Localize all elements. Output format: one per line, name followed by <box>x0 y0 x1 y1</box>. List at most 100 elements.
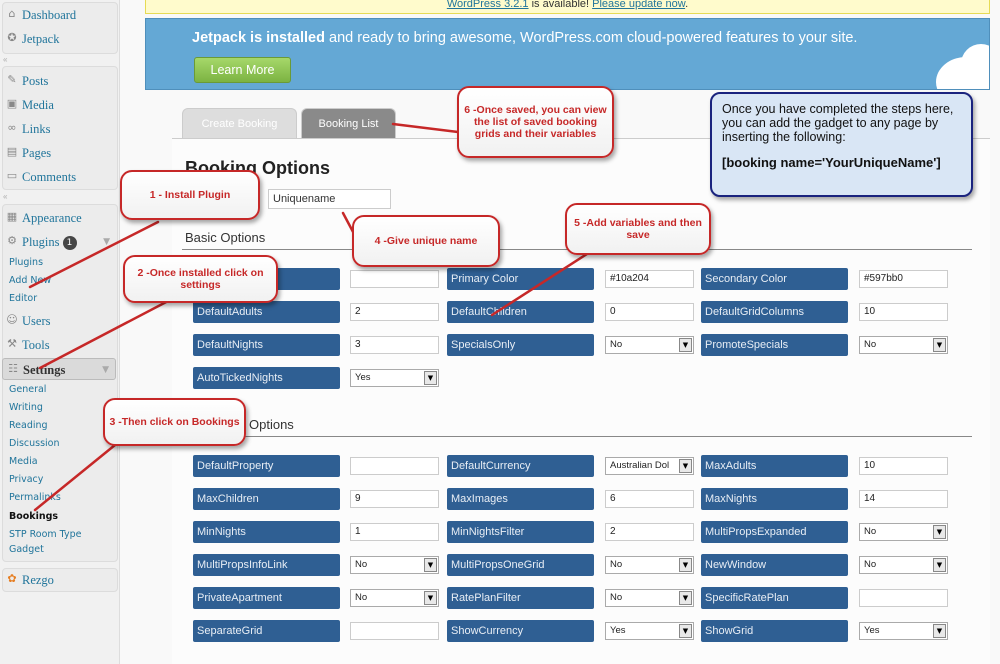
input-max-nights[interactable]: 14 <box>859 490 948 508</box>
chevron-down-icon[interactable]: ▼ <box>679 558 692 572</box>
input-max-images[interactable]: 6 <box>605 490 694 508</box>
input-min-nights[interactable]: 1 <box>350 523 439 541</box>
submenu-add-new[interactable]: Add New <box>9 272 51 290</box>
admin-sidebar: ⌂ Dashboard ✪ Jetpack « ✎ Posts ▣ Media ∞ Lin… <box>0 0 120 664</box>
input-secondary-color[interactable]: #597bb0 <box>859 270 948 288</box>
submenu-privacy[interactable]: Privacy <box>9 471 43 489</box>
appearance-icon: ▦ <box>6 210 18 223</box>
field-label-default-property: DefaultProperty <box>193 455 340 477</box>
unique-name-input[interactable]: Uniquename <box>268 189 391 209</box>
select-auto-ticked-nights[interactable]: Yes ▼ <box>350 369 439 387</box>
submenu-editor[interactable]: Editor <box>9 290 37 308</box>
tab-booking-list[interactable]: Booking List <box>301 108 396 138</box>
input-max-adults[interactable]: 10 <box>859 457 948 475</box>
input-max-children[interactable]: 9 <box>350 490 439 508</box>
submenu-discussion[interactable]: Discussion <box>9 435 60 453</box>
menu-pages[interactable]: ▤ Pages <box>2 142 116 164</box>
input-default-adults[interactable]: 2 <box>350 303 439 321</box>
chevron-down-icon[interactable]: ▼ <box>102 359 109 381</box>
input-primary-color[interactable]: #10a204 <box>605 270 694 288</box>
input-blank[interactable] <box>350 270 439 288</box>
tab-create-booking[interactable]: Create Booking <box>182 108 297 138</box>
wordpress-version-link[interactable]: WordPress 3.2.1 <box>447 0 529 10</box>
submenu-permalinks[interactable]: Permalinks <box>9 489 61 507</box>
submenu-writing[interactable]: Writing <box>9 399 43 417</box>
select-show-grid[interactable]: Yes ▼ <box>859 622 948 640</box>
select-default-currency[interactable]: Australian Dol ▼ <box>605 457 694 475</box>
section-divider <box>182 436 972 437</box>
collapse-arrow[interactable]: « <box>3 55 7 64</box>
select-value: No <box>610 559 623 570</box>
select-rate-plan-filter[interactable]: No ▼ <box>605 589 694 607</box>
submenu-general[interactable]: General <box>9 381 46 399</box>
menu-posts[interactable]: ✎ Posts <box>2 70 116 92</box>
collapse-arrow[interactable]: « <box>3 192 7 201</box>
field-label-multi-props-expanded: MultiPropsExpanded <box>701 521 848 543</box>
input-default-grid-columns[interactable]: 10 <box>859 303 948 321</box>
field-label-show-grid: ShowGrid <box>701 620 848 642</box>
chevron-down-icon[interactable]: ▼ <box>103 231 110 253</box>
select-value: No <box>864 339 877 350</box>
comment-icon: ▭ <box>6 169 18 182</box>
submenu-media[interactable]: Media <box>9 453 38 471</box>
tools-icon: ⚒ <box>7 337 17 350</box>
menu-settings[interactable]: ☷ Settings ▼ <box>2 358 116 380</box>
select-show-currency[interactable]: Yes ▼ <box>605 622 694 640</box>
chevron-down-icon[interactable]: ▼ <box>424 371 437 385</box>
menu-dashboard[interactable]: ⌂ Dashboard <box>2 4 116 26</box>
menu-plugins[interactable]: ⚙ Plugins 1 ▼ <box>2 231 116 253</box>
jetpack-message: Jetpack is installed and ready to bring … <box>192 30 858 46</box>
chevron-down-icon[interactable]: ▼ <box>679 459 692 473</box>
chevron-down-icon[interactable]: ▼ <box>933 558 946 572</box>
chevron-down-icon[interactable]: ▼ <box>679 591 692 605</box>
chevron-down-icon[interactable]: ▼ <box>679 624 692 638</box>
submenu-gadget[interactable]: Gadget <box>9 541 44 559</box>
field-label-max-children: MaxChildren <box>193 488 340 510</box>
jetpack-icon: ✪ <box>7 31 17 44</box>
select-new-window[interactable]: No ▼ <box>859 556 948 574</box>
input-separate-grid[interactable] <box>350 622 439 640</box>
input-default-property[interactable] <box>350 457 439 475</box>
submenu-plugins[interactable]: Plugins <box>9 254 43 272</box>
select-value: No <box>864 526 877 537</box>
chevron-down-icon[interactable]: ▼ <box>933 525 946 539</box>
select-private-apartment[interactable]: No ▼ <box>350 589 439 607</box>
field-label-auto-ticked-nights: AutoTickedNights <box>193 367 340 389</box>
chevron-down-icon[interactable]: ▼ <box>424 591 437 605</box>
input-default-nights[interactable]: 3 <box>350 336 439 354</box>
submenu-reading[interactable]: Reading <box>9 417 48 435</box>
chevron-down-icon[interactable]: ▼ <box>679 338 692 352</box>
input-min-nights-filter[interactable]: 2 <box>605 523 694 541</box>
submenu-bookings[interactable]: Bookings <box>9 508 58 526</box>
update-now-link[interactable]: Please update now <box>592 0 685 10</box>
select-specials-only[interactable]: No ▼ <box>605 336 694 354</box>
menu-rezgo[interactable]: ✿ Rezgo <box>2 569 116 591</box>
field-label-multi-props-one-grid: MultiPropsOneGrid <box>447 554 594 576</box>
input-default-children[interactable]: 0 <box>605 303 694 321</box>
menu-tools[interactable]: ⚒ Tools <box>2 334 116 356</box>
select-multi-props-one-grid[interactable]: No ▼ <box>605 556 694 574</box>
field-label-max-images: MaxImages <box>447 488 594 510</box>
select-value: No <box>610 592 623 603</box>
select-multi-props-expanded[interactable]: No ▼ <box>859 523 948 541</box>
rezgo-icon: ✿ <box>7 572 17 585</box>
callout-step6: 6 -Once saved, you can view the list of … <box>457 86 614 158</box>
menu-users[interactable]: ☺ Users <box>2 310 116 332</box>
menu-jetpack[interactable]: ✪ Jetpack <box>2 28 116 50</box>
select-multi-props-info-link[interactable]: No ▼ <box>350 556 439 574</box>
menu-links[interactable]: ∞ Links <box>2 118 116 140</box>
link-icon: ∞ <box>7 121 17 134</box>
select-value: No <box>610 339 623 350</box>
menu-appearance[interactable]: ▦ Appearance <box>2 207 116 229</box>
input-specific-rate-plan[interactable] <box>859 589 948 607</box>
learn-more-button[interactable]: Learn More <box>194 57 291 83</box>
menu-media[interactable]: ▣ Media <box>2 94 116 116</box>
menu-comments[interactable]: ▭ Comments <box>2 166 116 188</box>
chevron-down-icon[interactable]: ▼ <box>933 338 946 352</box>
chevron-down-icon[interactable]: ▼ <box>933 624 946 638</box>
field-label-max-nights: MaxNights <box>701 488 848 510</box>
select-promote-specials[interactable]: No ▼ <box>859 336 948 354</box>
shortcode-text: [booking name='YourUniqueName'] <box>722 155 941 170</box>
select-value: No <box>864 559 877 570</box>
chevron-down-icon[interactable]: ▼ <box>424 558 437 572</box>
